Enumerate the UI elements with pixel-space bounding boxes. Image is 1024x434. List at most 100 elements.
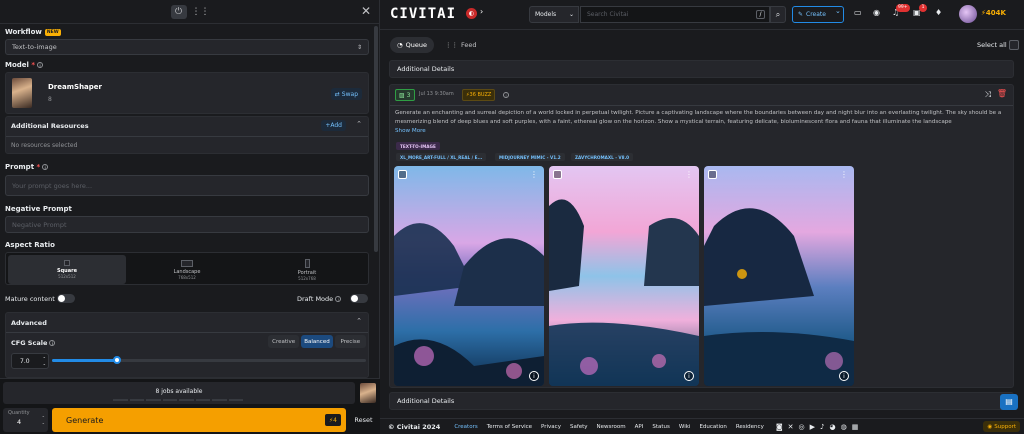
panel-scrollbar[interactable]	[374, 26, 378, 252]
additional-details-top[interactable]: Additional Details	[389, 60, 1014, 78]
aspect-landscape[interactable]: Landscape 768x512	[128, 255, 246, 284]
required-mark: *	[36, 163, 41, 171]
no-resources-text: No resources selected	[11, 142, 78, 149]
trash-icon[interactable]: 🗑	[997, 89, 1007, 98]
image-info-icon[interactable]: i	[684, 371, 694, 381]
more-icon[interactable]: ⋮	[685, 170, 693, 179]
buzz-balance[interactable]: ⚡404K	[981, 9, 1006, 17]
info-icon[interactable]: i	[49, 340, 56, 346]
footer-link-terms[interactable]: Terms of Service	[487, 424, 532, 430]
quantity-stepper[interactable]: Quantity 4 ⌃ ⌄	[3, 408, 48, 432]
image-info-icon[interactable]: i	[839, 371, 849, 381]
footer-link-privacy[interactable]: Privacy	[541, 424, 561, 430]
avatar[interactable]	[959, 5, 977, 23]
footer-link-creators[interactable]: Creators	[454, 424, 477, 430]
negative-prompt-input[interactable]: Negative Prompt	[5, 216, 369, 233]
aspect-portrait[interactable]: Portrait 512x768	[248, 255, 366, 284]
tab-queue-label: Queue	[405, 41, 428, 49]
shield-icon[interactable]: ♦	[935, 8, 942, 17]
footer-link-status[interactable]: Status	[652, 424, 670, 430]
search-input[interactable]: Search Civitai /	[580, 6, 770, 23]
chevron-up-icon[interactable]: ⌃	[356, 120, 362, 128]
search-scope-select[interactable]: Models ⌄	[529, 6, 579, 23]
more-icon[interactable]: ⋮	[840, 170, 848, 179]
shuffle-icon[interactable]: ⤨	[985, 90, 991, 100]
x-icon[interactable]: ✕	[788, 423, 799, 431]
image-checkbox[interactable]	[708, 170, 717, 179]
github-icon[interactable]: ◍	[841, 423, 852, 431]
landscape-image-2	[549, 166, 699, 386]
monitor-icon[interactable]: ▭	[854, 8, 862, 17]
footer-link-residency[interactable]: Residency	[736, 424, 764, 430]
footer-link-api[interactable]: API	[635, 424, 644, 430]
aspect-square[interactable]: Square 512x512	[8, 255, 126, 284]
draft-mode-toggle[interactable]	[350, 294, 368, 303]
footer-link-safety[interactable]: Safety	[570, 424, 588, 430]
generated-image-1[interactable]: ⋮ i	[394, 166, 544, 386]
jobs-available-bar: 8 jobs available	[3, 382, 355, 404]
logo-badge-icon[interactable]: ◐	[466, 8, 477, 19]
twitch-icon[interactable]: ▦	[852, 423, 864, 431]
chat-bubble-icon[interactable]: ▤	[1000, 394, 1018, 410]
generate-button[interactable]: Generate ⚡ 4	[52, 408, 346, 432]
footer-link-education[interactable]: Education	[699, 424, 726, 430]
image-checkbox[interactable]	[553, 170, 562, 179]
support-button[interactable]: ◉ Support	[983, 421, 1020, 432]
generate-tab-icon[interactable]: ⏻	[170, 4, 187, 19]
image-checkbox[interactable]	[398, 170, 407, 179]
chevron-down-icon[interactable]: ⌄	[835, 7, 841, 15]
negative-prompt-label: Negative Prompt	[5, 205, 72, 213]
cfg-precise-button[interactable]: Precise	[334, 335, 366, 348]
additional-details-bottom[interactable]: Additional Details	[389, 392, 1014, 410]
workflow-select[interactable]: Text-to-image ⇕	[5, 39, 369, 55]
workflow-label: Workflow NEW	[5, 28, 61, 36]
generate-label: Generate	[66, 415, 104, 425]
cfg-slider-thumb[interactable]	[112, 356, 121, 364]
footer-link-wiki[interactable]: Wiki	[679, 424, 691, 430]
swap-button[interactable]: ⇄ Swap	[330, 88, 362, 100]
info-icon[interactable]: i	[42, 164, 49, 170]
cfg-creative-button[interactable]: Creative	[268, 335, 300, 348]
stepper-icon[interactable]: ⌃ ⌄	[42, 415, 45, 425]
instagram-icon[interactable]: ◎	[799, 423, 810, 431]
resource-tag[interactable]: MIDJOURNEY MIMIC - V1.2	[495, 153, 565, 161]
civitai-logo[interactable]: CIVITAI	[390, 6, 456, 22]
model-name: DreamShaper	[48, 83, 102, 91]
youtube-icon[interactable]: ▶	[810, 423, 820, 431]
grid-icon[interactable]: ⋮⋮	[192, 5, 210, 19]
eye-icon[interactable]: ◉	[873, 8, 880, 17]
select-all-checkbox[interactable]	[1009, 40, 1019, 50]
prompt-input[interactable]: Your prompt goes here...	[5, 175, 369, 196]
cfg-slider-track[interactable]	[52, 356, 366, 364]
info-icon[interactable]: i	[37, 62, 44, 68]
close-icon[interactable]: ✕	[361, 4, 371, 18]
info-icon[interactable]: i	[501, 90, 509, 99]
info-icon[interactable]: i	[335, 296, 342, 302]
footer-link-newsroom[interactable]: Newsroom	[597, 424, 626, 430]
stepper-icon[interactable]: ⌃ ⌄	[43, 356, 46, 366]
image-info-icon[interactable]: i	[529, 371, 539, 381]
model-label: Model * i	[5, 61, 44, 69]
generated-image-3[interactable]: ⋮ i	[704, 166, 854, 386]
add-resource-button[interactable]: + Add	[321, 120, 346, 131]
resource-tag[interactable]: ZAVYCHROMAXL - V8.0	[571, 153, 634, 161]
chevron-right-icon[interactable]: ›	[480, 7, 483, 16]
advanced-label[interactable]: Advanced	[11, 319, 47, 327]
tab-feed[interactable]: ⋮⋮ Feed	[440, 37, 482, 53]
resource-tag[interactable]: XL_MORE_ART-FULL / XL_REAL / E...	[396, 153, 487, 161]
model-thumbnail-mini[interactable]	[360, 383, 376, 403]
more-icon[interactable]: ⋮	[530, 170, 538, 179]
reddit-icon[interactable]: ◕	[829, 423, 840, 431]
discord-icon[interactable]: ◙	[776, 423, 788, 431]
tab-queue[interactable]: ◔ Queue	[390, 37, 435, 53]
chevron-up-icon[interactable]: ⌃	[356, 317, 362, 325]
cfg-mode-group: Creative Balanced Precise	[268, 335, 366, 348]
search-icon[interactable]: ⌕	[770, 6, 786, 23]
cfg-balanced-button[interactable]: Balanced	[301, 335, 333, 348]
cfg-value-input[interactable]: 7.0 ⌃ ⌄	[11, 353, 49, 369]
show-more-link[interactable]: Show More	[395, 128, 426, 134]
reset-button[interactable]: Reset	[350, 408, 377, 432]
mature-content-toggle[interactable]	[57, 294, 75, 303]
model-thumbnail[interactable]	[12, 78, 32, 108]
generated-image-2[interactable]: ⋮ i	[549, 166, 699, 386]
